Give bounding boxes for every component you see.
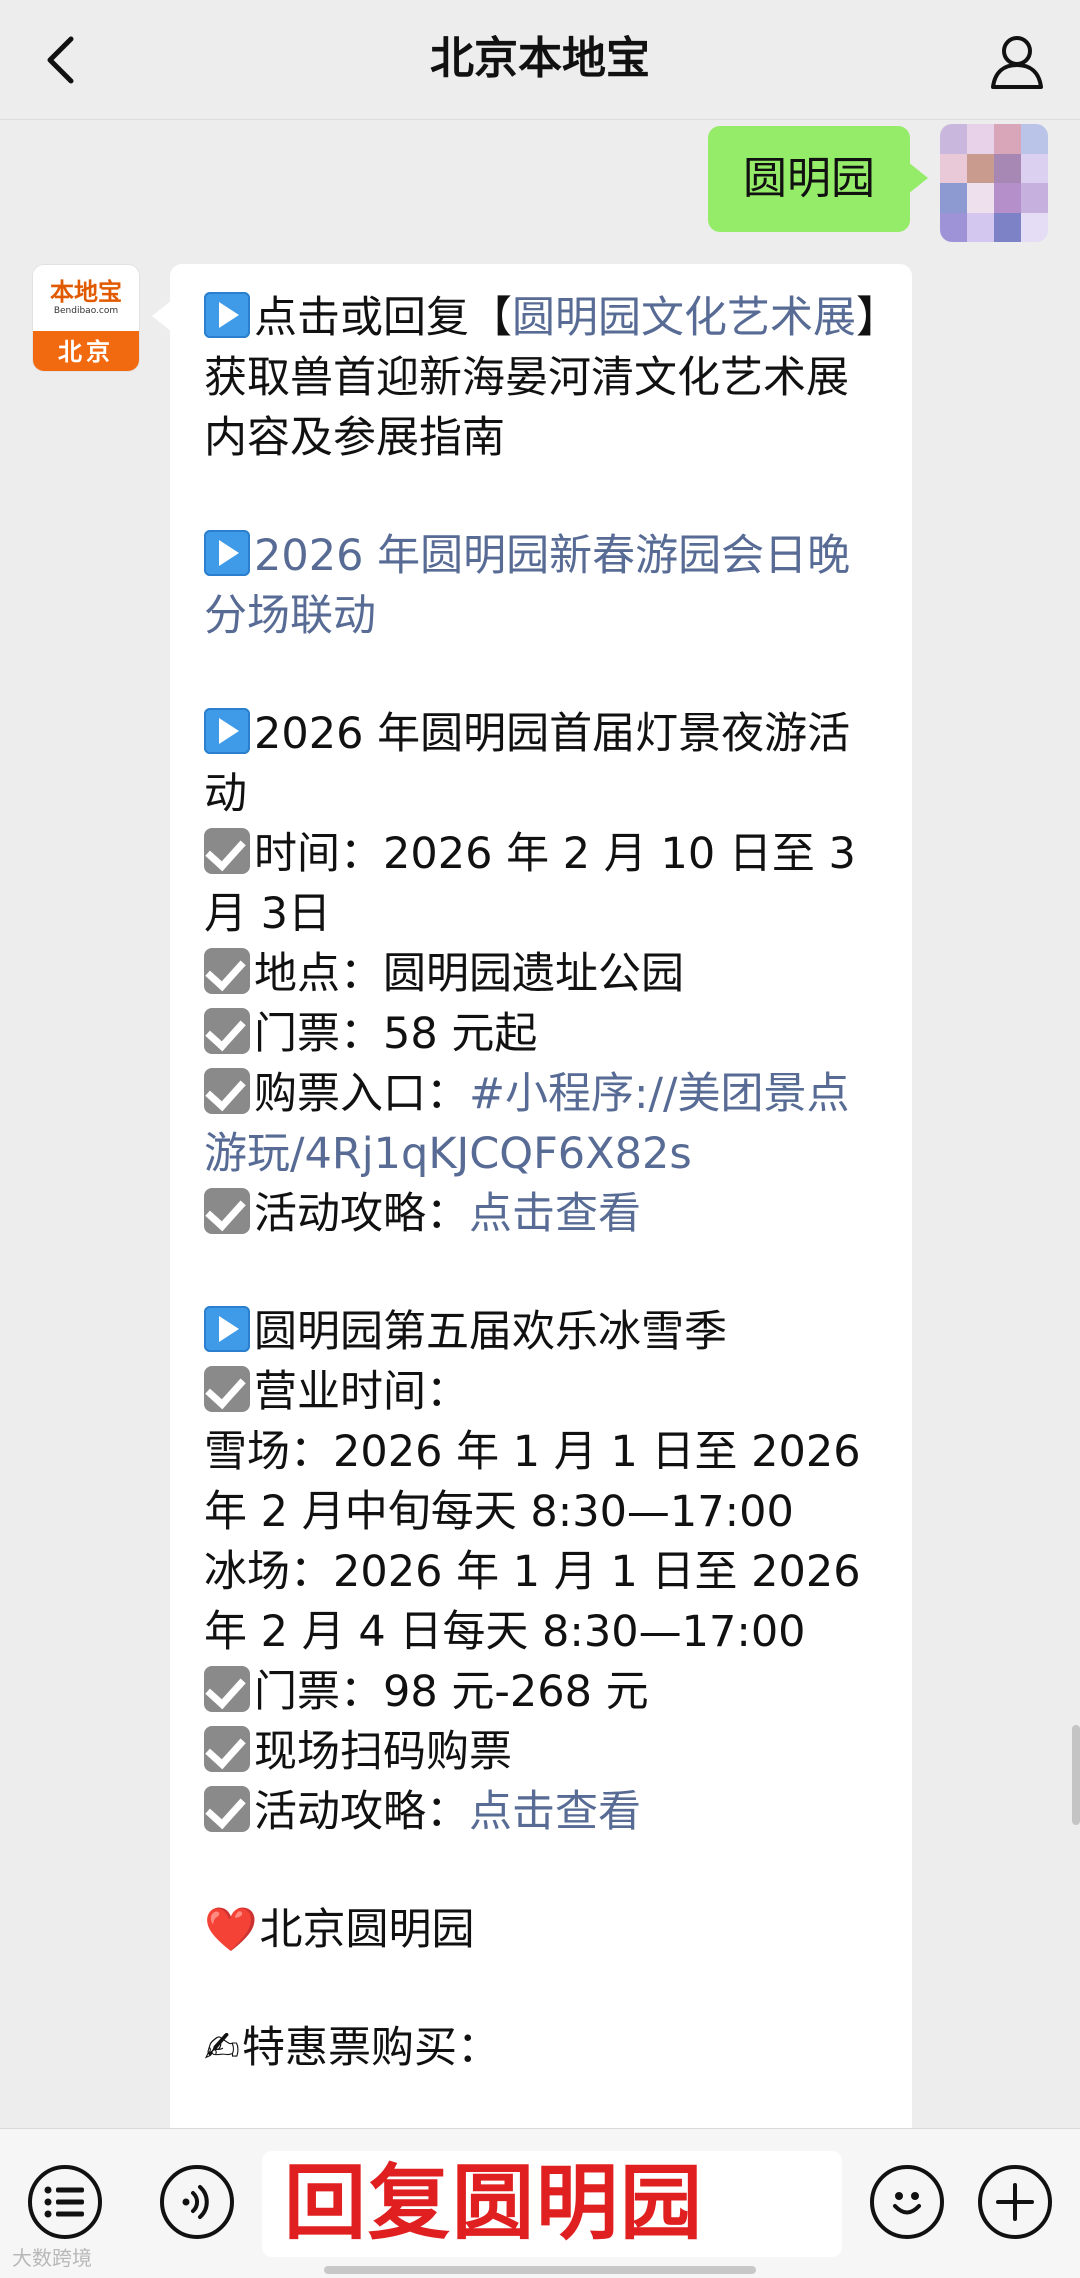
heart-icon: ❤️ bbox=[204, 1905, 258, 1955]
play-button-icon bbox=[204, 292, 250, 338]
voice-button[interactable] bbox=[160, 2165, 234, 2239]
snow-field-hours: 雪场：2026 年 1 月 1 日至 2026 年 2 月中旬每天 8:30—1… bbox=[204, 1427, 861, 1537]
lantern-ticket: 门票：58 元起 bbox=[204, 1004, 882, 1064]
ice-field-hours: 冰场：2026 年 1 月 1 日至 2026 年 2 月 4 日每天 8:30… bbox=[204, 1547, 861, 1657]
bot-city-label: 北京 bbox=[33, 331, 139, 371]
watermark: 大数跨境 bbox=[12, 2246, 92, 2270]
checkbox-icon bbox=[204, 828, 250, 874]
menu-button[interactable] bbox=[28, 2165, 102, 2239]
plus-button[interactable] bbox=[978, 2165, 1052, 2239]
checkbox-icon bbox=[204, 1726, 250, 1772]
reply-item-6: ✍特惠票购买： bbox=[204, 2023, 501, 2073]
home-indicator[interactable] bbox=[324, 2266, 756, 2274]
lantern-guide-link[interactable]: 点击查看 bbox=[469, 1189, 641, 1239]
checkbox-icon bbox=[204, 1786, 250, 1832]
profile-button[interactable] bbox=[982, 26, 1052, 96]
voice-icon bbox=[182, 2185, 209, 2219]
page-title: 北京本地宝 bbox=[430, 33, 650, 84]
snow-hours-label: 营业时间： bbox=[204, 1362, 882, 1422]
person-icon bbox=[991, 36, 1043, 89]
play-button-icon bbox=[204, 1306, 250, 1352]
bot-logo: 本地宝 Bendibao.com bbox=[33, 265, 139, 331]
snow-guide: 活动攻略：点击查看 bbox=[204, 1782, 882, 1842]
spring-festival-link[interactable]: 2026 年圆明园新春游园会日晚分场联动 bbox=[204, 531, 850, 641]
play-button-icon bbox=[204, 530, 250, 576]
lantern-buy: 购票入口：#小程序://美团景点游玩/4Rj1qKJCQF6X82s bbox=[204, 1068, 850, 1179]
user-avatar[interactable] bbox=[940, 124, 1048, 242]
checkbox-icon bbox=[204, 1666, 250, 1712]
reply-item-1: 点击或回复【圆明园文化艺术展】获取兽首迎新海晏河清文化艺术展内容及参展指南 bbox=[204, 292, 878, 463]
list-menu-icon bbox=[44, 2186, 84, 2218]
checkbox-icon bbox=[204, 1366, 250, 1412]
reply-item-5: ❤️北京圆明园 bbox=[204, 1905, 475, 1955]
culture-art-exhibition-link[interactable]: 圆明园文化艺术展 bbox=[512, 293, 856, 343]
emoji-button[interactable] bbox=[870, 2165, 944, 2239]
scrollbar[interactable] bbox=[1072, 1725, 1080, 1825]
writing-hand-icon: ✍ bbox=[204, 2023, 241, 2073]
input-bar: 回复圆明园 bbox=[0, 2128, 1080, 2278]
chat-area[interactable]: 圆明园 本地宝 Bendibao.com 北京 点击或回复【圆明园文化艺术展】获… bbox=[0, 120, 1080, 2128]
reply-item-4-title: 圆明园第五届欢乐冰雪季 bbox=[204, 1302, 882, 1362]
play-button-icon bbox=[204, 708, 250, 754]
checkbox-icon bbox=[204, 1188, 250, 1234]
snow-onsite: 现场扫码购票 bbox=[204, 1722, 882, 1782]
reply-item-2: 2026 年圆明园新春游园会日晚分场联动 bbox=[204, 526, 882, 646]
checkbox-icon bbox=[204, 1068, 250, 1114]
snow-guide-link[interactable]: 点击查看 bbox=[469, 1787, 641, 1837]
chat-header: 北京本地宝 bbox=[0, 0, 1080, 120]
lantern-time: 时间：2026 年 2 月 10 日至 3 月 3日 bbox=[204, 828, 856, 939]
received-message-bubble: 点击或回复【圆明园文化艺术展】获取兽首迎新海晏河清文化艺术展内容及参展指南 20… bbox=[152, 264, 912, 2128]
reply-item-3-title: 2026 年圆明园首届灯景夜游活动 bbox=[204, 708, 851, 819]
bot-avatar[interactable]: 本地宝 Bendibao.com 北京 bbox=[32, 264, 140, 372]
plus-icon bbox=[996, 2183, 1034, 2221]
lantern-guide: 活动攻略：点击查看 bbox=[204, 1184, 882, 1244]
lantern-place: 地点：圆明园遗址公园 bbox=[204, 944, 882, 1004]
checkbox-icon bbox=[204, 1008, 250, 1054]
sent-message-bubble[interactable]: 圆明园 bbox=[708, 126, 928, 232]
smiley-icon bbox=[893, 2192, 921, 2215]
snow-ticket: 门票：98 元-268 元 bbox=[204, 1662, 882, 1722]
checkbox-icon bbox=[204, 948, 250, 994]
message-input[interactable]: 回复圆明园 bbox=[262, 2151, 842, 2257]
